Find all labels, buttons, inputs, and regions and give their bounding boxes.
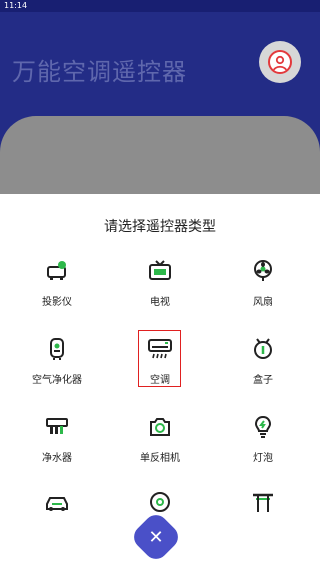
remote-type-label: 盒子 xyxy=(253,375,273,386)
remote-type-label: 净水器 xyxy=(42,453,72,464)
projector-icon xyxy=(47,261,66,280)
remote-type-camera[interactable]: 单反相机 xyxy=(107,415,213,475)
remote-type-fan[interactable]: 风扇 xyxy=(210,259,316,319)
remote-type-light-bulb[interactable]: 灯泡 xyxy=(210,415,316,475)
robot-vacuum-icon xyxy=(150,492,170,512)
selection-highlight xyxy=(138,330,181,387)
remote-type-tv[interactable]: 电视 xyxy=(107,259,213,319)
remote-type-label: 电视 xyxy=(150,297,170,308)
remote-type-water-purifier[interactable]: 净水器 xyxy=(4,415,110,475)
remote-type-gate[interactable] xyxy=(210,490,316,550)
air-purifier-icon xyxy=(50,338,64,360)
remote-type-label: 投影仪 xyxy=(42,297,72,308)
remote-type-label: 空气净化器 xyxy=(32,375,82,386)
close-icon[interactable]: ✕ xyxy=(137,518,175,556)
user-avatar-button[interactable] xyxy=(259,41,301,83)
remote-type-projector[interactable]: 投影仪 xyxy=(4,259,110,319)
remote-type-air-purifier[interactable]: 空气净化器 xyxy=(4,337,110,397)
remote-type-label: 单反相机 xyxy=(140,453,180,464)
user-icon xyxy=(268,50,292,74)
set-top-box-icon xyxy=(254,338,272,359)
camera-icon xyxy=(150,418,170,436)
remote-type-box[interactable]: 盒子 xyxy=(210,337,316,397)
remote-type-label: 灯泡 xyxy=(253,453,273,464)
water-purifier-icon xyxy=(46,418,68,434)
remote-type-label: 风扇 xyxy=(253,297,273,308)
remote-type-car[interactable] xyxy=(4,490,110,550)
sheet-title: 请选择遥控器类型 xyxy=(104,219,216,235)
car-icon xyxy=(46,497,68,511)
gate-icon xyxy=(253,493,273,512)
light-bulb-icon xyxy=(254,415,272,438)
app-title: 万能空调遥控器 xyxy=(12,58,187,86)
status-time: 11:14 xyxy=(4,1,28,10)
tv-icon xyxy=(149,260,171,280)
fan-icon xyxy=(254,260,272,281)
status-bar: 11:14 xyxy=(0,0,320,12)
